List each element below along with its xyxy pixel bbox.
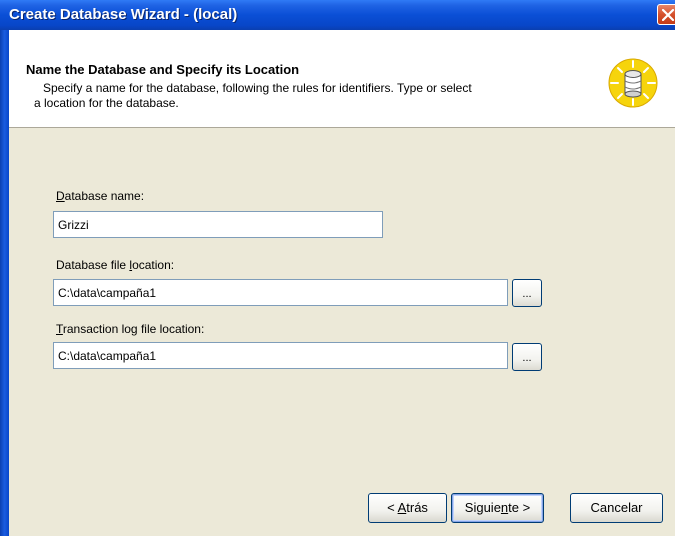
window-frame-left	[0, 30, 9, 536]
transaction-log-browse-button[interactable]: ...	[512, 343, 542, 371]
cancel-button[interactable]: Cancelar	[570, 493, 663, 523]
window-title: Create Database Wizard - (local)	[9, 6, 238, 23]
next-button[interactable]: Siguiente >	[451, 493, 544, 523]
database-name-label: Database name:	[56, 189, 145, 203]
header-description-line2: a location for the database.	[34, 96, 179, 110]
close-icon	[662, 9, 674, 21]
header-title: Name the Database and Specify its Locati…	[26, 62, 300, 77]
back-button[interactable]: < Atrás	[368, 493, 447, 523]
header-description-line1: Specify a name for the database, followi…	[43, 81, 472, 95]
header-description: Specify a name for the database, followi…	[34, 81, 573, 111]
database-icon	[608, 58, 658, 108]
database-file-browse-button[interactable]: ...	[512, 279, 542, 307]
title-bar: Create Database Wizard - (local)	[0, 0, 675, 30]
transaction-log-location-label: Transaction log file location:	[56, 322, 205, 336]
transaction-log-location-input[interactable]: C:\data\campaña1	[53, 342, 508, 369]
database-name-input[interactable]: Grizzi	[53, 211, 383, 238]
close-button[interactable]	[657, 4, 675, 25]
wizard-header: Name the Database and Specify its Locati…	[9, 30, 675, 128]
database-file-location-label: Database file location:	[56, 258, 175, 272]
database-file-location-input[interactable]: C:\data\campaña1	[53, 279, 508, 306]
